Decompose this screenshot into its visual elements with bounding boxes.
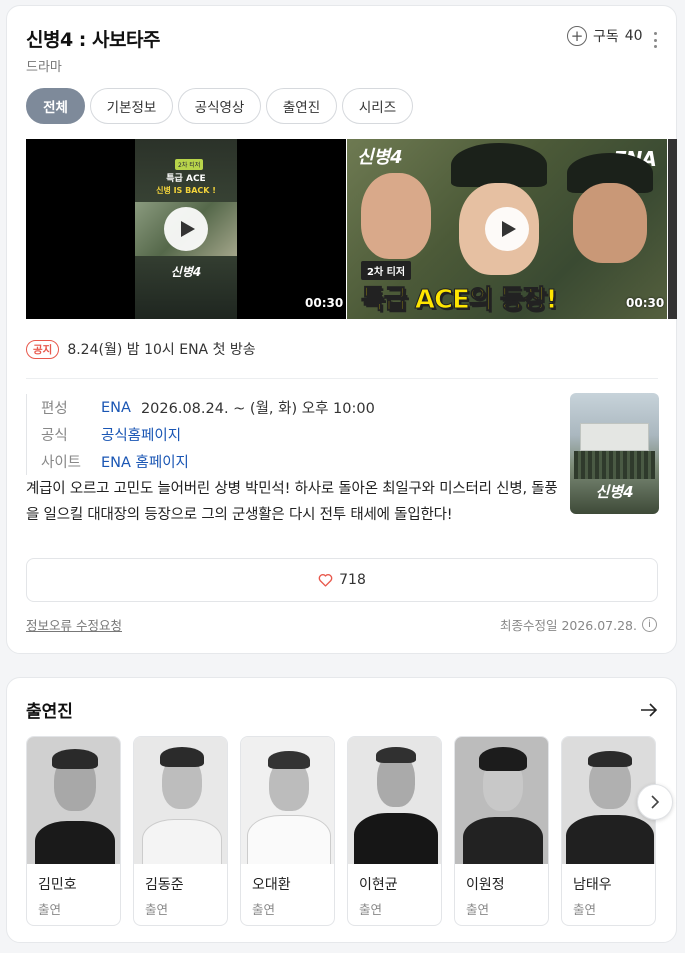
cast-name: 김동준 bbox=[145, 877, 184, 893]
video-thumbnail[interactable]: 신병4 ENA 2차 티저 특급 ACE의 등장! 00:30 bbox=[347, 139, 667, 319]
cast-photo bbox=[455, 737, 548, 864]
video-duration: 00:30 bbox=[626, 296, 665, 310]
cast-member-card[interactable]: 김동준 출연 bbox=[133, 736, 228, 926]
thumbnail-logo: 신병4 bbox=[357, 147, 403, 168]
cast-photo bbox=[348, 737, 441, 864]
cast-section-title[interactable]: 출연진 bbox=[26, 697, 73, 722]
more-options-icon[interactable] bbox=[651, 32, 659, 48]
notice-badge: 공지 bbox=[26, 339, 60, 359]
poster-image bbox=[580, 423, 649, 451]
tab-basic-info[interactable]: 기본정보 bbox=[90, 88, 173, 124]
cast-name: 이원정 bbox=[466, 877, 505, 893]
play-icon[interactable] bbox=[164, 207, 208, 251]
tab-series[interactable]: 시리즈 bbox=[342, 88, 413, 124]
thumbnail-helmet bbox=[451, 143, 547, 187]
notice: 공지 8.24(월) 밤 10시 ENA 첫 방송 bbox=[26, 339, 256, 359]
program-genre: 드라마 bbox=[26, 60, 62, 75]
tab-all[interactable]: 전체 bbox=[26, 88, 85, 124]
thumbnail-badge: 2차 티저 bbox=[361, 261, 412, 280]
info-row-official: 공식 공식홈페이지 bbox=[41, 421, 375, 448]
info-key: 사이트 bbox=[41, 455, 82, 471]
cast-list: 김민호 출연 김동준 출연 오대환 출연 이현균 출연 이원정 출연 남태우 출… bbox=[26, 736, 658, 926]
cast-role: 출연 bbox=[252, 902, 276, 917]
tab-cast[interactable]: 출연진 bbox=[266, 88, 337, 124]
play-icon[interactable] bbox=[485, 207, 529, 251]
info-icon[interactable]: i bbox=[642, 617, 657, 632]
thumbnail-logo: 신병4 bbox=[170, 265, 202, 279]
subscribe-label: 구독 bbox=[593, 29, 619, 45]
cast-role: 출연 bbox=[145, 902, 169, 917]
cast-photo bbox=[241, 737, 334, 864]
program-poster[interactable]: 신병4 bbox=[570, 393, 659, 514]
schedule-text: 2026.08.24. ~ (월, 화) 오후 10:00 bbox=[140, 401, 375, 417]
report-error-link[interactable]: 정보오류 수정요청 bbox=[26, 615, 122, 634]
thumbnail-text: 특급 ACE bbox=[166, 174, 206, 184]
cast-role: 출연 bbox=[38, 902, 62, 917]
poster-image bbox=[574, 451, 655, 479]
channel-link[interactable]: ENA bbox=[101, 400, 131, 416]
video-duration: 00:30 bbox=[305, 296, 344, 310]
notice-text: 8.24(월) 밤 10시 ENA 첫 방송 bbox=[67, 342, 256, 358]
video-thumbnail[interactable]: 2차 티저 특급 ACE 신병 IS BACK ! 신병4 00:30 bbox=[26, 139, 346, 319]
subscribe-button[interactable]: + 구독 40 bbox=[567, 26, 643, 46]
cast-name: 이현균 bbox=[359, 877, 398, 893]
tab-official-video[interactable]: 공식영상 bbox=[178, 88, 261, 124]
thumbnail-face bbox=[361, 173, 431, 259]
like-count: 718 bbox=[339, 572, 366, 588]
cast-photo bbox=[134, 737, 227, 864]
info-row-site: 사이트 ENA 홈페이지 bbox=[41, 448, 375, 475]
ena-homepage-link[interactable]: ENA 홈페이지 bbox=[101, 451, 189, 472]
cast-card-section: 출연진 김민호 출연 김동준 출연 오대환 출연 이현균 출연 이원정 출연 남… bbox=[6, 677, 677, 943]
thumbnail-face bbox=[573, 183, 647, 263]
info-row-schedule: 편성 ENA 2026.08.24. ~ (월, 화) 오후 10:00 bbox=[41, 394, 375, 421]
last-updated: 최종수정일 2026.07.28. i bbox=[500, 615, 657, 634]
video-thumbnail-partial[interactable] bbox=[668, 139, 677, 319]
subscribe-count: 40 bbox=[624, 28, 643, 44]
next-button[interactable] bbox=[637, 784, 673, 820]
last-updated-text: 최종수정일 2026.07.28. bbox=[499, 618, 637, 633]
info-key: 편성 bbox=[41, 401, 68, 417]
poster-logo: 신병4 bbox=[595, 483, 634, 501]
arrow-right-icon[interactable] bbox=[640, 702, 658, 718]
like-button[interactable]: 718 bbox=[26, 558, 658, 602]
cast-member-card[interactable]: 김민호 출연 bbox=[26, 736, 121, 926]
program-card: 신병4 : 사보타주 드라마 + 구독 40 전체 기본정보 공식영상 출연진 … bbox=[6, 5, 677, 654]
cast-name: 김민호 bbox=[38, 877, 77, 893]
chevron-right-icon bbox=[651, 795, 660, 809]
cast-role: 출연 bbox=[466, 902, 490, 917]
program-description: 계급이 오르고 고민도 늘어버린 상병 박민석! 하사로 돌아온 최일구와 미스… bbox=[26, 481, 558, 523]
cast-member-card[interactable]: 이원정 출연 bbox=[454, 736, 549, 926]
info-key: 공식 bbox=[41, 428, 68, 444]
cast-name: 남태우 bbox=[573, 877, 612, 893]
thumbnail-badge: 2차 티저 bbox=[175, 159, 204, 170]
program-title[interactable]: 신병4 : 사보타주 bbox=[26, 25, 160, 52]
video-carousel: 2차 티저 특급 ACE 신병 IS BACK ! 신병4 00:30 신병4 … bbox=[26, 139, 677, 319]
info-table: 편성 ENA 2026.08.24. ~ (월, 화) 오후 10:00 공식 … bbox=[26, 394, 375, 475]
cast-name: 오대환 bbox=[252, 877, 291, 893]
cast-role: 출연 bbox=[573, 902, 597, 917]
thumbnail-text: 신병 IS BACK ! bbox=[156, 186, 216, 195]
cast-role: 출연 bbox=[359, 902, 383, 917]
heart-icon bbox=[318, 574, 333, 587]
cast-member-card[interactable]: 이현균 출연 bbox=[347, 736, 442, 926]
cast-member-card[interactable]: 남태우 출연 bbox=[561, 736, 656, 926]
official-homepage-link[interactable]: 공식홈페이지 bbox=[101, 424, 181, 445]
plus-icon: + bbox=[567, 26, 587, 46]
cast-member-card[interactable]: 오대환 출연 bbox=[240, 736, 335, 926]
divider bbox=[26, 378, 658, 379]
thumbnail-headline: 특급 ACE의 등장! bbox=[361, 285, 559, 316]
cast-photo bbox=[27, 737, 120, 864]
